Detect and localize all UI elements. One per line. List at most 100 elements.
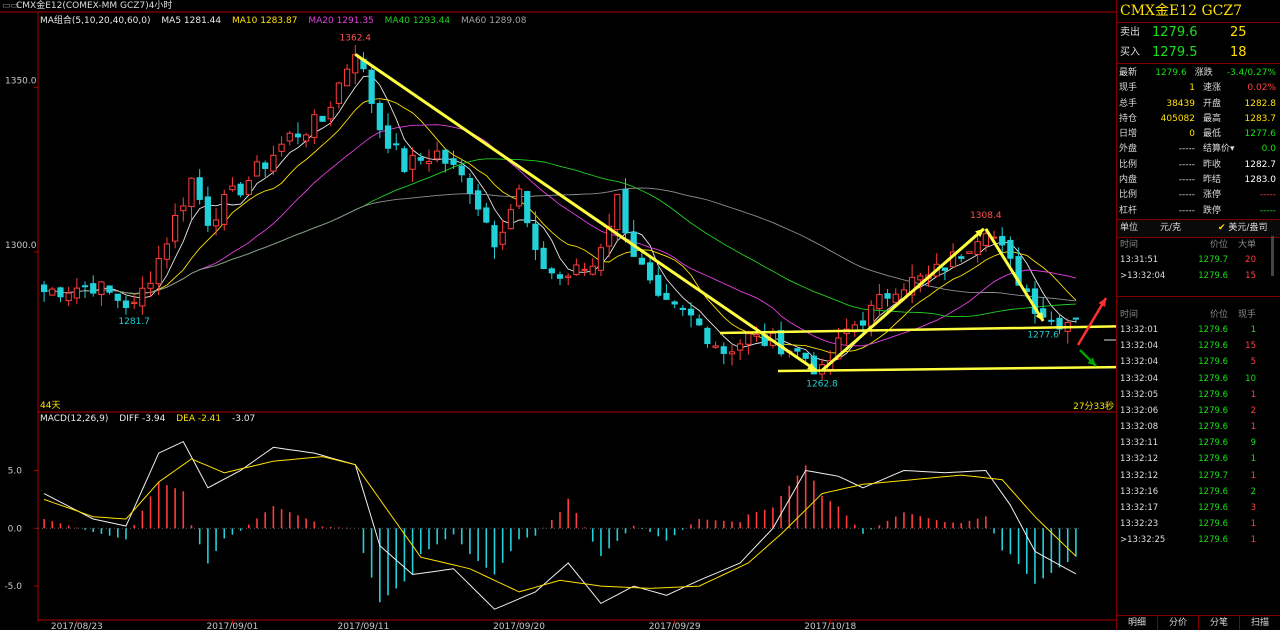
stat-label: 日增 [1119,129,1138,140]
trade-row: 13:32:05 1279.6 1 [1117,387,1280,403]
trade-time: 13:32:01 [1120,324,1159,335]
chart-area[interactable]: ▭▭ CMX金E12(COMEX-MM GCZ7)4小时 MA组合(5,10,2… [0,0,1116,630]
candle-body [671,301,678,305]
trade-price: 1279.6 [1198,373,1228,384]
stat-label-2: 跌停 [1203,205,1222,216]
stat-row: 最新 1279.6 涨跌 -3.4/0.27% [1117,66,1280,81]
panel-scroll-handle[interactable] [1271,236,1274,276]
trade-volume: 2 [1250,486,1256,497]
candle-body [229,185,236,191]
unit-option-usd[interactable]: ✔ 美元/盎司 [1218,220,1280,237]
tab-scan[interactable]: 扫描 [1240,616,1280,630]
trade-volume: 1 [1250,324,1256,335]
candle-body [515,188,523,207]
trade-row: 13:32:12 1279.7 1 [1117,468,1280,484]
ask-row[interactable]: 卖出 1279.6 25 [1117,23,1280,43]
candle-body [646,262,654,281]
candle-body [638,257,646,265]
stat-label: 比例 [1119,190,1138,201]
big-trades-list: 13:31:51 1279.7 20 >13:32:04 1279.6 15 [1117,252,1280,284]
candle-body [597,247,605,271]
ma10-line [44,98,1077,354]
tab-trades[interactable]: 分笔 [1199,616,1240,630]
unit-option-rmb[interactable]: 元/克 [1160,220,1218,237]
stat-label-2: 开盘 [1203,98,1222,109]
trade-volume: 9 [1250,438,1256,449]
candle-body [106,285,113,293]
stat-label: 最新 [1119,68,1138,78]
trade-volume: 1 [1250,454,1256,465]
trade-volume: 3 [1250,503,1256,514]
stat-value-2: -3.4/0.27% [1226,68,1276,78]
bid-row[interactable]: 买入 1279.5 18 [1117,43,1280,63]
candle-body [966,251,973,254]
candle-body [679,307,686,311]
trade-price: 1279.6 [1198,486,1228,497]
trade-row: 13:32:01 1279.6 1 [1117,322,1280,338]
stat-value-2: 0.0 [1261,144,1276,155]
trade-price: 1279.6 [1198,389,1228,400]
candle-body [73,287,80,299]
trade-time: 13:32:17 [1120,503,1159,514]
trade-price: 1279.6 [1198,271,1228,282]
macd-y-tick-label: 0.0 [8,524,23,534]
trade-price: 1279.6 [1198,503,1228,514]
trade-time: 13:32:04 [1120,373,1159,384]
panel-tabs: 明细 分价 分笔 扫描 [1117,615,1280,630]
candle-body [777,330,785,355]
trade-volume: 5 [1250,357,1256,368]
candle-body [270,154,277,172]
bid-price: 1279.5 [1152,45,1198,60]
ticks-time-header: 时间 [1120,309,1139,320]
price-chart-svg[interactable]: 1350.0 1300.0 5.0 0.0 -5.0 2017/08/23 2017/09/… [0,0,1116,630]
trade-price: 1279.7 [1198,470,1228,481]
candle-body [40,284,48,293]
trade-volume: 1 [1250,389,1256,400]
symbol-title[interactable]: CMX金E12 GCZ7 [1117,0,1280,23]
stat-row: 日增 0 最低 1277.6 [1117,127,1280,142]
stat-value: ----- [1178,144,1195,155]
candle-body [221,193,228,225]
candle-body [163,243,171,260]
candle-body [745,333,752,345]
candle-body [958,256,965,259]
tab-details[interactable]: 明细 [1117,616,1158,630]
stat-value: 405082 [1160,113,1195,124]
candle-body [81,285,89,288]
candle-body [1007,239,1014,259]
candle-body [753,333,760,337]
trade-row: 13:32:11 1279.6 9 [1117,435,1280,451]
y-tick-label: 1350.0 [5,76,37,86]
days-label: 44天 [40,401,60,411]
trade-price: 1279.6 [1198,519,1228,530]
trade-time: 13:32:08 [1120,422,1159,433]
trade-volume: 1 [1250,470,1256,481]
stat-value-2: 1282.8 [1244,98,1277,109]
trade-row: 13:32:04 1279.6 5 [1117,354,1280,370]
quote-stats: 最新 1279.6 涨跌 -3.4/0.27% 现手 1 速涨 0.02% 总手 38439 开盘 1… [1117,64,1280,220]
trade-row: 13:32:08 1279.6 1 [1117,419,1280,435]
trade-price: 1279.6 [1198,454,1228,465]
stat-label: 现手 [1119,83,1138,94]
trade-row: 13:32:16 1279.6 2 [1117,484,1280,500]
candle-body [614,193,621,231]
tab-price-volume[interactable]: 分价 [1158,616,1199,630]
candle-body [622,188,629,234]
stat-value-2: 0.02% [1247,83,1276,94]
trade-volume: 1 [1250,422,1256,433]
candle-body [450,158,457,165]
candle-body [466,177,474,194]
stat-value: ----- [1178,205,1195,216]
trade-time: 13:32:04 [1120,341,1159,352]
stat-label: 总手 [1119,98,1138,109]
trade-volume: 10 [1245,373,1256,384]
stat-row: 外盘 ----- 结算价▾ 0.0 [1117,142,1280,157]
ticks-header: 时间 价位 现手 [1117,308,1280,322]
trade-volume: 2 [1250,405,1256,416]
big-trades-header: 时间 价位 大单 [1117,238,1280,252]
stat-value: 1 [1189,83,1195,94]
candle-body [917,275,924,281]
candle-body [417,157,424,161]
candle-body [253,161,261,177]
candle-body [65,292,72,302]
